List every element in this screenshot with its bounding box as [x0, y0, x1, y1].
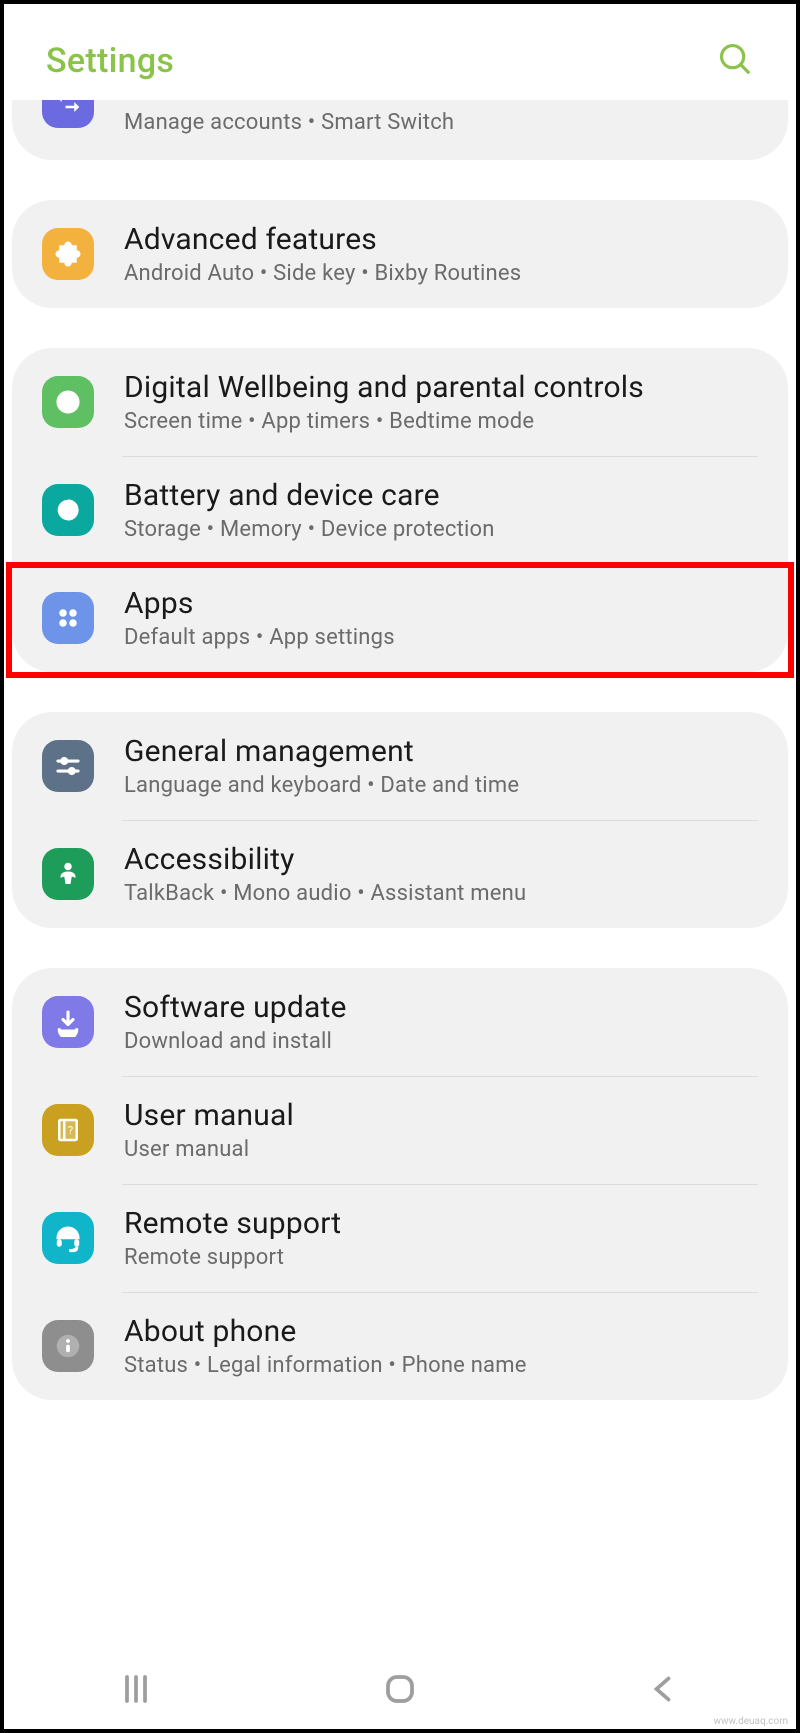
settings-row-wellbeing[interactable]: Digital Wellbeing and parental controls S… — [12, 348, 788, 456]
row-subtitle: Default apps • App settings — [124, 625, 395, 650]
row-title: Digital Wellbeing and parental controls — [124, 370, 644, 405]
row-text: Battery and device care Storage • Memory … — [124, 478, 495, 542]
settings-row-remote[interactable]: Remote support Remote support — [12, 1184, 788, 1292]
settings-row-software[interactable]: Software update Download and install — [12, 968, 788, 1076]
row-subtitle: Download and install — [124, 1029, 347, 1054]
settings-row-manual[interactable]: ? User manual User manual — [12, 1076, 788, 1184]
grid4-icon — [42, 592, 94, 644]
settings-row-accessibility[interactable]: Accessibility TalkBack • Mono audio • Ass… — [12, 820, 788, 928]
download-icon — [42, 996, 94, 1048]
row-text: User manual User manual — [124, 1098, 294, 1162]
recents-button[interactable] — [118, 1671, 154, 1707]
row-title: General management — [124, 734, 519, 769]
row-subtitle: Remote support — [124, 1245, 341, 1270]
row-text: General management Language and keyboard … — [124, 734, 519, 798]
row-subtitle: User manual — [124, 1137, 294, 1162]
settings-list: Manage accounts • Smart Switch Advanced f… — [4, 100, 796, 1450]
settings-row-advanced[interactable]: Advanced features Android Auto • Side key… — [12, 200, 788, 308]
headset-icon — [42, 1212, 94, 1264]
home-button[interactable] — [382, 1671, 418, 1707]
row-subtitle: Storage • Memory • Device protection — [124, 517, 495, 542]
settings-group: Software update Download and install? User… — [12, 968, 788, 1400]
settings-row-battery[interactable]: Battery and device care Storage • Memory … — [12, 456, 788, 564]
row-subtitle: Android Auto • Side key • Bixby Routines — [124, 261, 521, 286]
watermark: www.deuaq.com — [714, 1716, 789, 1727]
settings-group: Manage accounts • Smart Switch — [12, 100, 788, 160]
header: Settings — [4, 4, 796, 100]
back-button[interactable] — [646, 1671, 682, 1707]
row-subtitle: Screen time • App timers • Bedtime mode — [124, 409, 644, 434]
care-icon — [42, 484, 94, 536]
row-subtitle: Manage accounts • Smart Switch — [124, 110, 454, 135]
settings-row-apps[interactable]: Apps Default apps • App settings — [12, 564, 788, 672]
settings-row-about[interactable]: About phone Status • Legal information • … — [12, 1292, 788, 1400]
settings-group: General management Language and keyboard … — [12, 712, 788, 928]
person-icon — [42, 848, 94, 900]
row-text: Software update Download and install — [124, 990, 347, 1054]
sliders-icon — [42, 740, 94, 792]
row-text: Manage accounts • Smart Switch — [124, 100, 454, 135]
row-text: Digital Wellbeing and parental controls S… — [124, 370, 644, 434]
settings-group: Digital Wellbeing and parental controls S… — [12, 348, 788, 672]
row-subtitle: TalkBack • Mono audio • Assistant menu — [124, 881, 526, 906]
page-title: Settings — [46, 41, 174, 81]
settings-row-accounts[interactable]: Manage accounts • Smart Switch — [12, 100, 788, 160]
plus-puzzle-icon — [42, 228, 94, 280]
row-title: Apps — [124, 586, 395, 621]
row-title: Software update — [124, 990, 347, 1025]
search-icon[interactable] — [716, 40, 754, 82]
row-title: User manual — [124, 1098, 294, 1133]
row-title: Advanced features — [124, 222, 521, 257]
info-icon — [42, 1320, 94, 1372]
row-subtitle: Status • Legal information • Phone name — [124, 1353, 527, 1378]
row-title: Battery and device care — [124, 478, 495, 513]
navigation-bar — [4, 1649, 796, 1729]
book-icon: ? — [42, 1104, 94, 1156]
row-text: About phone Status • Legal information • … — [124, 1314, 527, 1378]
row-title: Remote support — [124, 1206, 341, 1241]
settings-row-general[interactable]: General management Language and keyboard … — [12, 712, 788, 820]
swap-icon — [42, 100, 94, 128]
row-text: Accessibility TalkBack • Mono audio • Ass… — [124, 842, 526, 906]
row-text: Advanced features Android Auto • Side key… — [124, 222, 521, 286]
row-text: Remote support Remote support — [124, 1206, 341, 1270]
settings-group: Advanced features Android Auto • Side key… — [12, 200, 788, 308]
row-subtitle: Language and keyboard • Date and time — [124, 773, 519, 798]
row-title: About phone — [124, 1314, 527, 1349]
circle-heart-icon — [42, 376, 94, 428]
row-text: Apps Default apps • App settings — [124, 586, 395, 650]
row-title: Accessibility — [124, 842, 526, 877]
svg-text:?: ? — [68, 1124, 73, 1137]
